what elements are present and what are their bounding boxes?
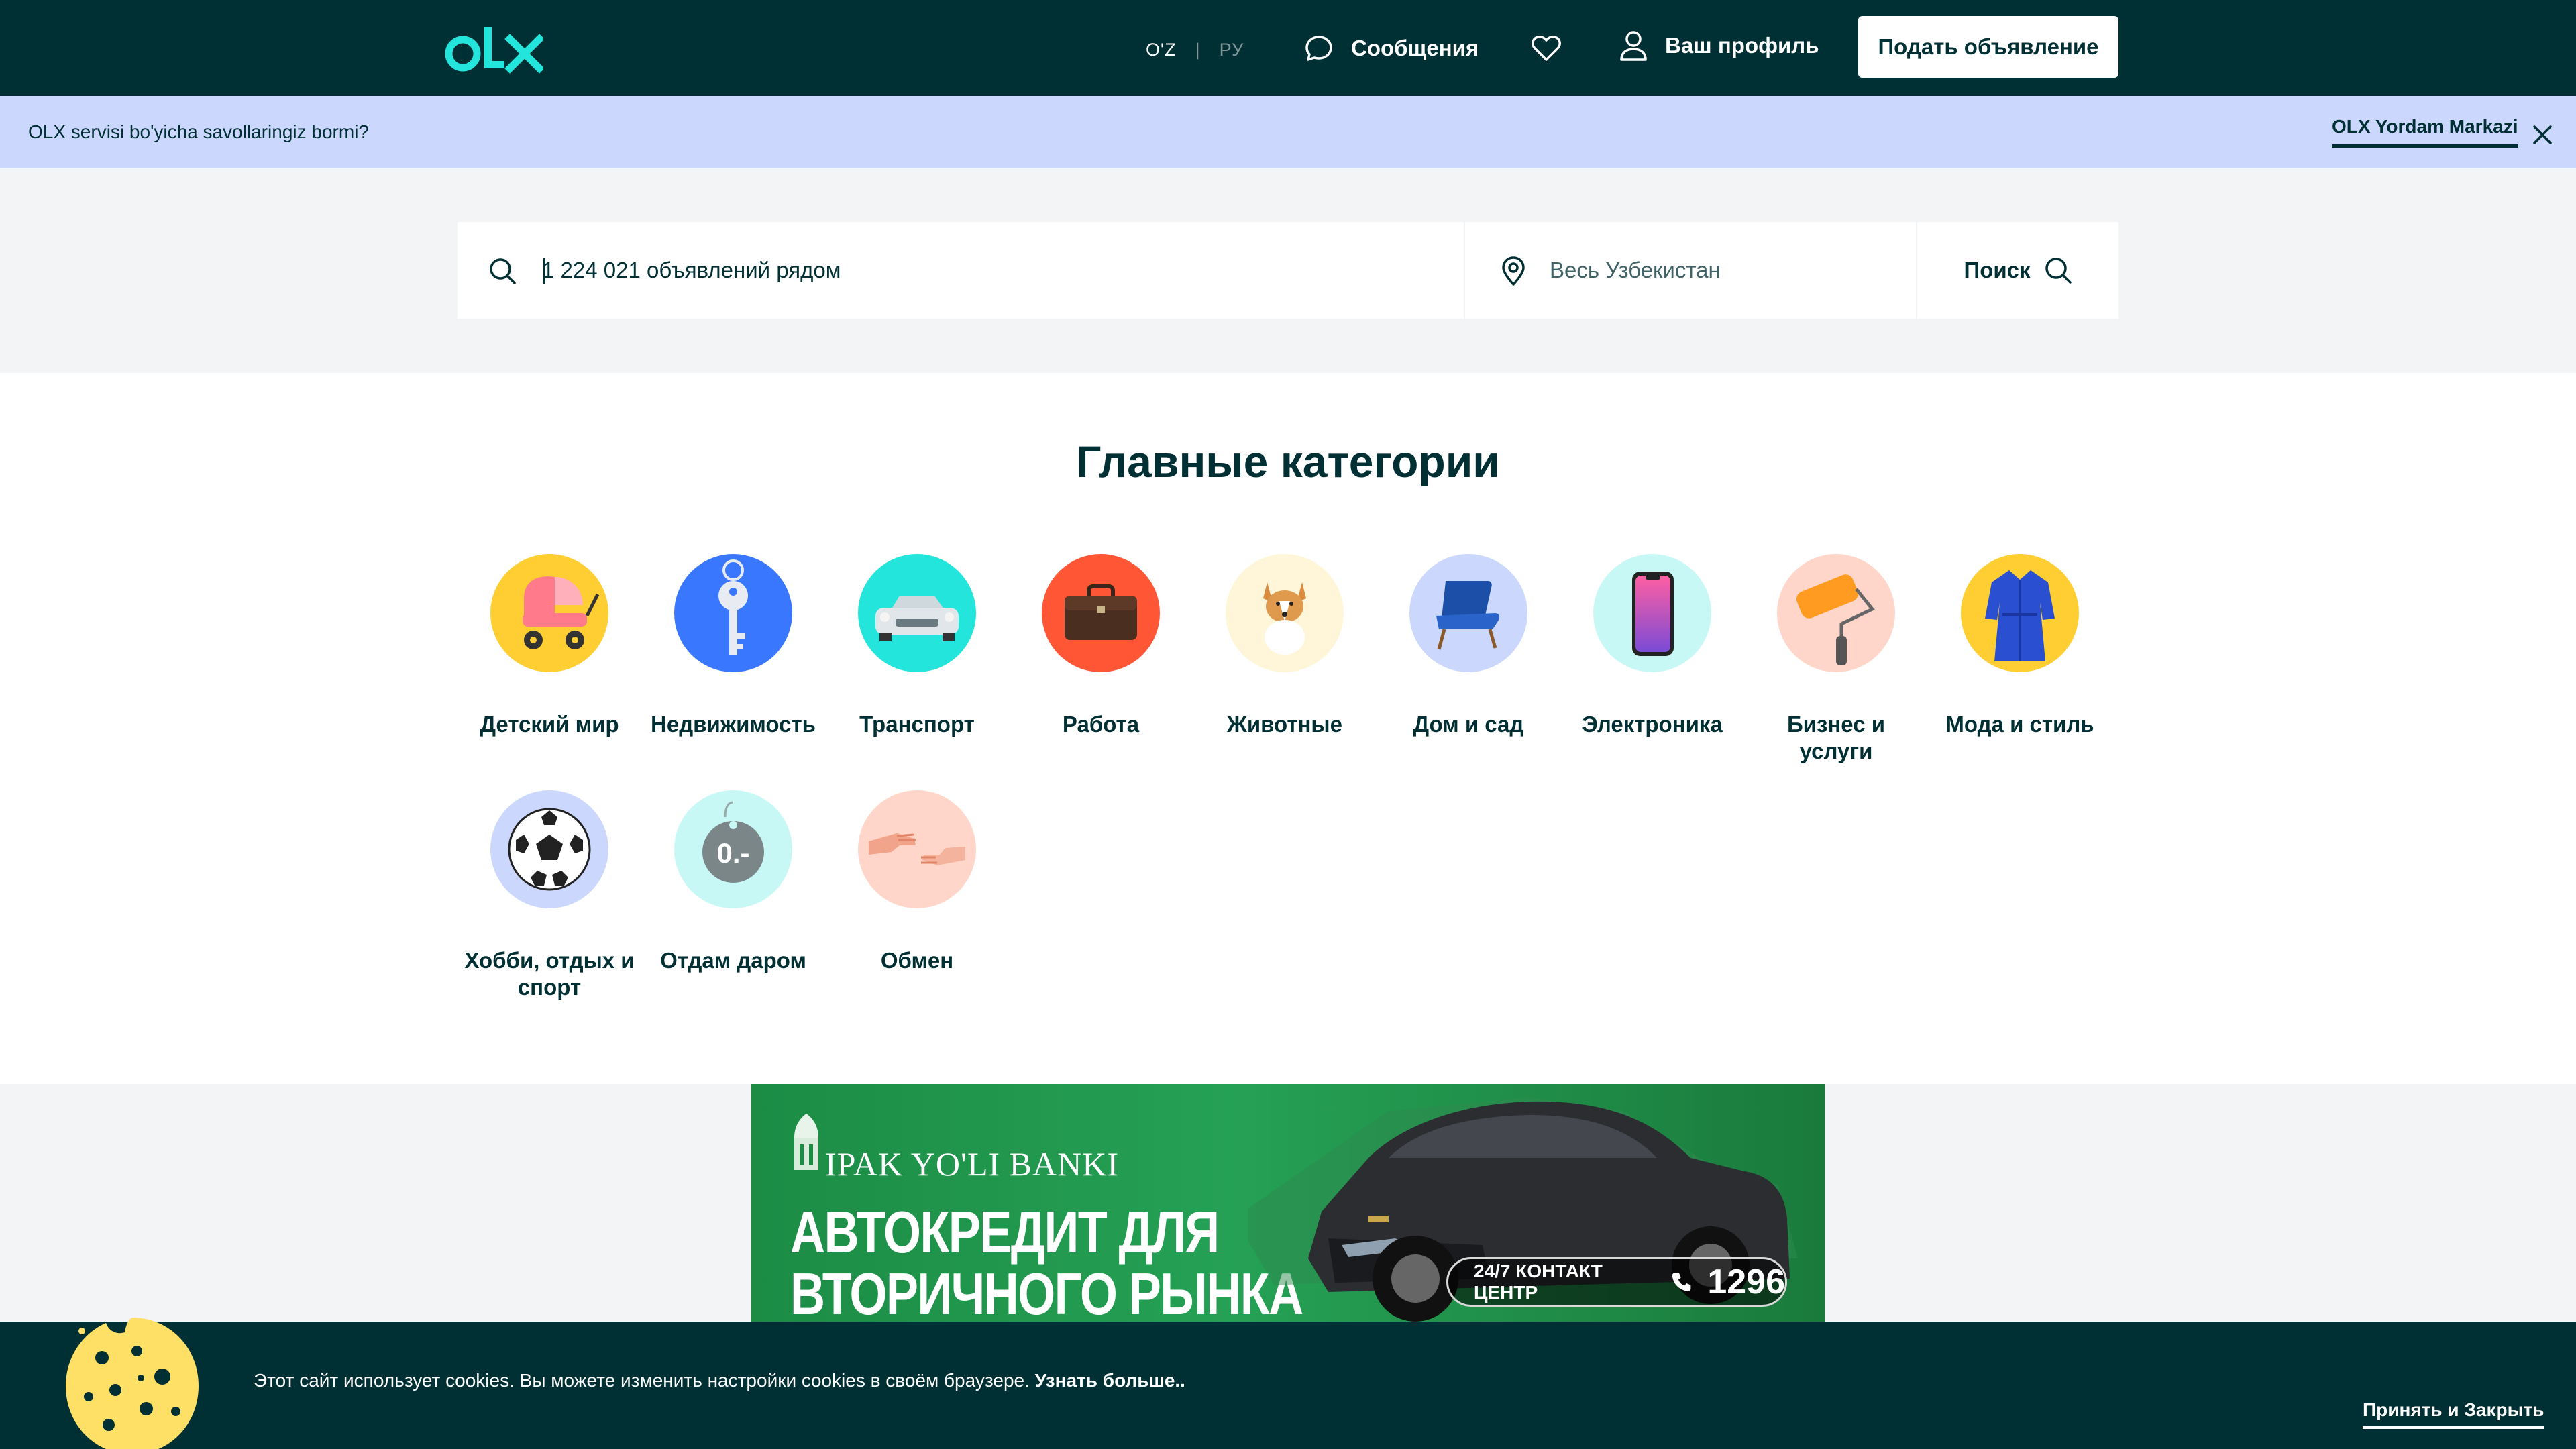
cookie-icon <box>66 1318 199 1449</box>
category-circle <box>858 554 976 672</box>
key-icon <box>718 559 748 655</box>
ad-headline-1: АВТОКРЕДИТ ДЛЯ <box>790 1199 1220 1265</box>
search-input[interactable] <box>542 250 1441 290</box>
category-fashion[interactable]: Мода и стиль <box>1931 554 2108 738</box>
ad-contact-label: 24/7 КОНТАКТ ЦЕНТР <box>1474 1260 1603 1303</box>
car-icon <box>875 596 959 641</box>
search-button-label: Поиск <box>1964 258 2031 282</box>
category-animals[interactable]: Животные <box>1196 554 1373 738</box>
category-circle <box>674 554 792 672</box>
category-business-services[interactable]: Бизнес и услуги <box>1748 554 1925 765</box>
dress-icon <box>1985 570 2055 661</box>
olx-logo[interactable] <box>445 24 543 74</box>
category-label: Недвижимость <box>651 712 816 737</box>
search-icon <box>2045 258 2072 284</box>
category-real-estate[interactable]: Недвижимость <box>645 554 822 738</box>
ad-headline-2: ВТОРИЧНОГО РЫНКА <box>790 1260 1303 1322</box>
category-label: Транспорт <box>859 712 975 737</box>
messages-label: Сообщения <box>1351 36 1479 60</box>
category-label: Животные <box>1227 712 1342 737</box>
location-input[interactable] <box>1550 250 1898 290</box>
stroller-icon <box>523 576 600 649</box>
category-home-garden[interactable]: Дом и сад <box>1380 554 1557 738</box>
post-ad-button[interactable]: Подать объявление <box>1858 16 2118 78</box>
category-electronics[interactable]: Электроника <box>1564 554 1741 738</box>
category-label: Работа <box>1062 712 1140 737</box>
paint-roller-icon <box>1796 574 1875 665</box>
profile-link[interactable]: Ваш профиль <box>1619 30 1819 62</box>
header: O'Z | РУ Сообщения Ваш профиль Подать об… <box>0 0 2576 96</box>
dog-icon <box>1263 582 1306 655</box>
category-label: Дом и сад <box>1413 712 1524 737</box>
lang-separator: | <box>1195 39 1201 60</box>
search-button[interactable]: Поиск <box>1917 222 2118 319</box>
price-tag-icon: 0.- <box>702 801 764 883</box>
category-transport[interactable]: Транспорт <box>828 554 1006 738</box>
text-caret <box>543 258 545 284</box>
cookie-learn-more-link[interactable]: Узнать больше.. <box>1035 1370 1185 1391</box>
help-center-link[interactable]: OLX Yordam Markazi <box>2332 116 2518 148</box>
free-tag-text: 0.- <box>716 837 749 869</box>
ad-banner[interactable]: IPAK YO'LI BANKI АВТОКРЕДИТ ДЛЯ ВТОРИЧНО… <box>751 1084 1825 1322</box>
user-icon <box>1620 31 1647 61</box>
categories-title: Главные категории <box>1076 437 1500 486</box>
category-label: Хобби, отдых и спорт <box>464 948 635 1000</box>
ad-bank-name: IPAK YO'LI BANKI <box>825 1145 1119 1183</box>
category-circle <box>1409 554 1527 672</box>
chat-bubble-icon <box>1305 36 1332 61</box>
lang-ru[interactable]: РУ <box>1220 40 1244 60</box>
category-circle <box>1961 554 2079 672</box>
profile-label: Ваш профиль <box>1665 33 1819 58</box>
bank-logo-icon <box>794 1114 818 1170</box>
heart-icon <box>1532 35 1561 61</box>
category-circle <box>490 790 608 908</box>
category-circle <box>1226 554 1344 672</box>
close-icon[interactable] <box>2530 123 2555 147</box>
category-hobby-sport[interactable]: Хобби, отдых и спорт <box>461 790 638 1001</box>
ad-contact-pill: 24/7 КОНТАКТ ЦЕНТР 1296 <box>1446 1257 1787 1307</box>
favorites-link[interactable] <box>1531 34 1562 63</box>
location-pin-icon <box>1502 256 1525 286</box>
category-circle <box>490 554 608 672</box>
armchair-icon <box>1436 581 1500 650</box>
cookie-text: Этот сайт использует cookies. Вы можете … <box>254 1370 1185 1391</box>
soccer-ball-icon <box>508 808 591 891</box>
category-label: Отдам даром <box>660 948 806 973</box>
handshake-icon <box>869 833 965 865</box>
category-circle <box>1777 554 1895 672</box>
language-switcher: O'Z | РУ <box>1146 38 1244 62</box>
search-box: Поиск <box>458 222 2118 319</box>
smartphone-icon <box>1632 572 1674 656</box>
search-section: Поиск <box>0 168 2576 373</box>
cookie-bar: Этот сайт использует cookies. Вы можете … <box>0 1318 2576 1449</box>
category-circle <box>858 790 976 908</box>
category-exchange[interactable]: Обмен <box>828 790 1006 974</box>
help-info-bar: OLX servisi bo'yicha savollaringiz bormi… <box>0 96 2576 168</box>
category-label: Бизнес и услуги <box>1786 712 1886 763</box>
category-label: Мода и стиль <box>1945 712 2094 737</box>
search-query-field[interactable] <box>458 222 1465 319</box>
cookie-accept-button[interactable]: Принять и Закрыть <box>2363 1399 2544 1429</box>
category-jobs[interactable]: Работа <box>1012 554 1189 738</box>
category-label: Детский мир <box>480 712 619 737</box>
category-circle <box>1593 554 1711 672</box>
lang-uz[interactable]: O'Z <box>1146 40 1177 60</box>
ad-contact-number: 1296 <box>1707 1263 1785 1301</box>
category-circle <box>1042 554 1160 672</box>
search-icon <box>490 258 516 284</box>
category-free[interactable]: 0.- Отдам даром <box>645 790 822 974</box>
location-field[interactable] <box>1465 222 1917 319</box>
help-info-text: OLX servisi bo'yicha savollaringiz bormi… <box>28 121 369 142</box>
cookie-message: Этот сайт использует cookies. Вы можете … <box>254 1370 1035 1391</box>
category-circle: 0.- <box>674 790 792 908</box>
category-label: Обмен <box>880 948 954 973</box>
messages-link[interactable]: Сообщения <box>1304 34 1479 63</box>
category-label: Электроника <box>1582 712 1723 737</box>
category-kids[interactable]: Детский мир <box>461 554 638 738</box>
phone-icon <box>1672 1273 1691 1291</box>
briefcase-icon <box>1065 584 1137 640</box>
